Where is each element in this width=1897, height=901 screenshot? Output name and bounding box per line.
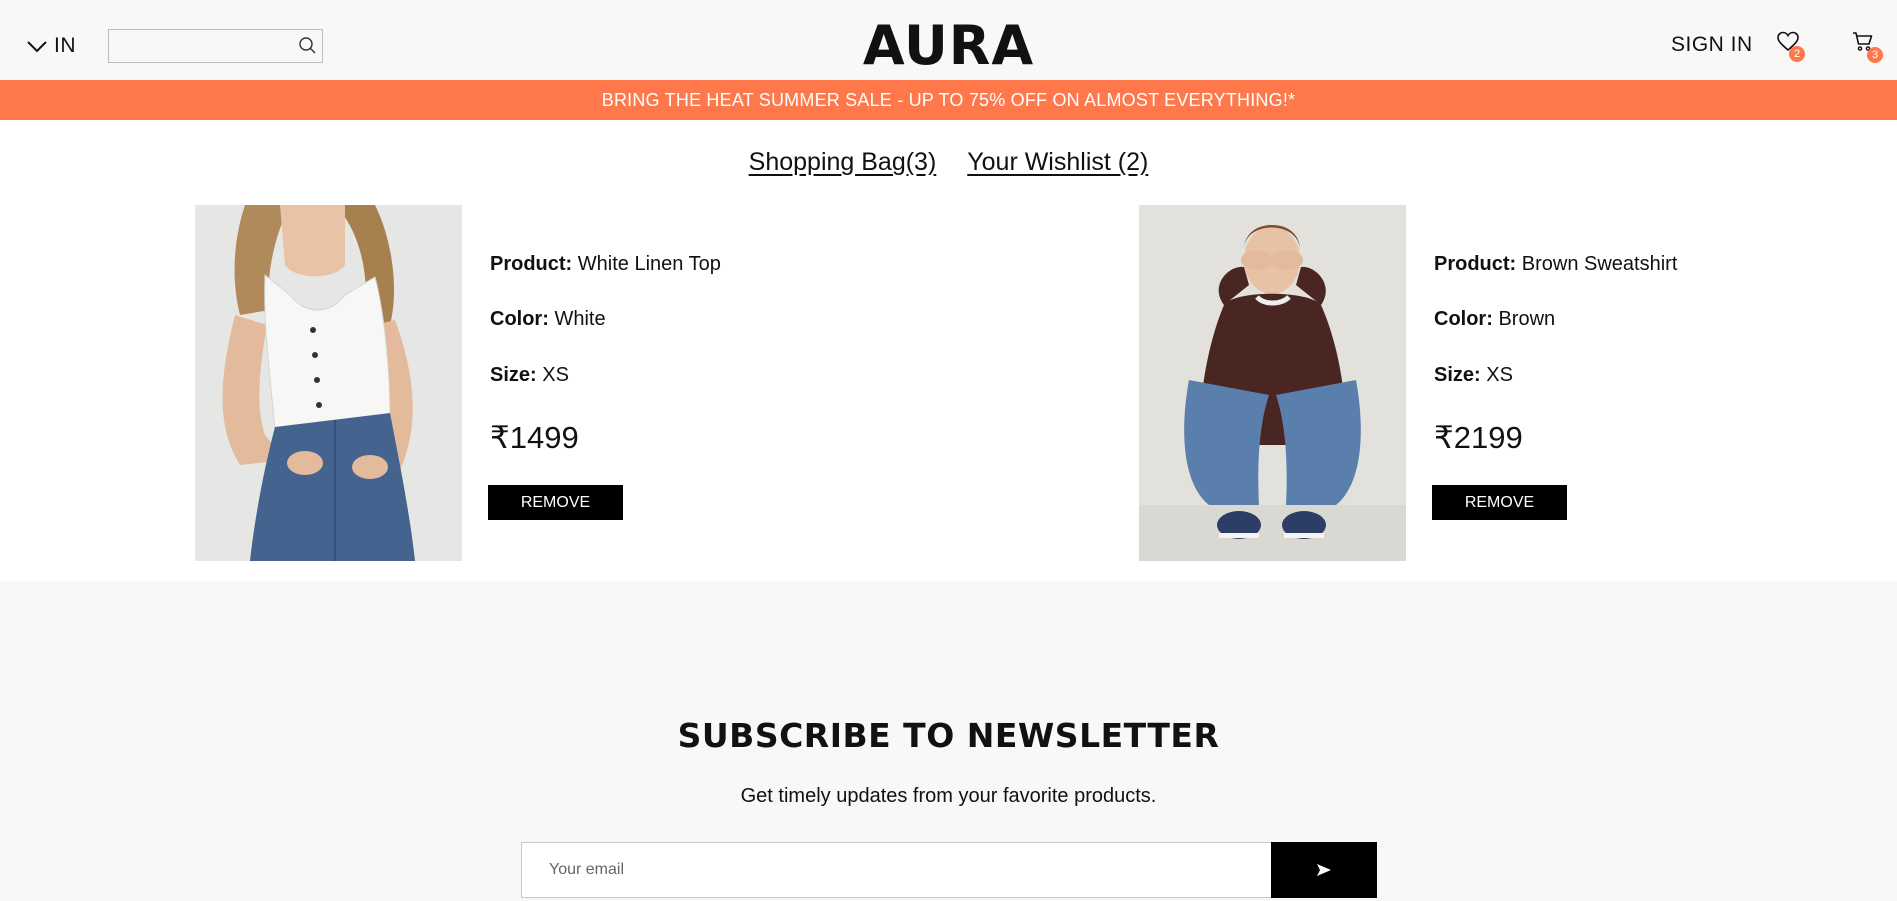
product-size: XS [542, 364, 569, 386]
sale-banner[interactable]: BRING THE HEAT SUMMER SALE - UP TO 75% O… [0, 80, 1897, 120]
product-size: XS [1486, 364, 1513, 386]
size-label: Size: [490, 364, 537, 386]
cart-count-badge: 3 [1867, 47, 1883, 63]
product-image-white-linen-top[interactable] [195, 205, 462, 561]
product-name: Brown Sweatshirt [1521, 253, 1678, 275]
subscribe-button[interactable] [1271, 842, 1377, 898]
bag-item: Product: Brown Sweatshirt Color: Brown S… [1139, 205, 1799, 561]
tab-shopping-bag[interactable]: Shopping Bag(3) [749, 148, 937, 176]
product-price: ₹1499 [490, 420, 579, 455]
main-content: Shopping Bag(3) Your Wishlist (2) Produc… [0, 120, 1897, 581]
email-input[interactable] [521, 842, 1272, 898]
product-color: Brown [1498, 308, 1556, 330]
wishlist-count-badge: 2 [1789, 46, 1805, 62]
product-label: Product: [490, 253, 573, 275]
product-price: ₹2199 [1434, 420, 1523, 455]
color-label: Color: [1434, 308, 1493, 330]
newsletter-subtitle: Get timely updates from your favorite pr… [740, 785, 1157, 807]
search-icon[interactable] [297, 36, 317, 56]
remove-button[interactable]: REMOVE [1432, 485, 1567, 520]
newsletter-title: SUBSCRIBE TO NEWSLETTER [677, 716, 1220, 755]
cart-button[interactable]: 3 [1852, 30, 1883, 63]
region-label: IN [54, 34, 76, 57]
send-arrow-icon [1317, 864, 1331, 876]
chevron-down-icon [27, 41, 47, 53]
region-selector[interactable]: IN [26, 34, 76, 58]
tab-wishlist[interactable]: Your Wishlist (2) [967, 148, 1148, 176]
bag-wishlist-tabs: Shopping Bag(3) Your Wishlist (2) [0, 148, 1897, 177]
size-row: Size: XS [1434, 364, 1513, 387]
search-box [108, 29, 323, 63]
wishlist-button[interactable]: 2 [1776, 30, 1806, 62]
newsletter-form [521, 842, 1377, 898]
search-input[interactable] [109, 30, 289, 62]
color-label: Color: [490, 308, 549, 330]
product-color: White [554, 308, 606, 330]
bag-item: Product: White Linen Top Color: White Si… [195, 205, 855, 561]
size-label: Size: [1434, 364, 1481, 386]
product-label: Product: [1434, 253, 1517, 275]
sign-in-link[interactable]: SIGN IN [1671, 33, 1753, 57]
site-logo[interactable]: AURA [863, 14, 1034, 77]
product-name: White Linen Top [577, 253, 721, 275]
size-row: Size: XS [490, 364, 569, 387]
product-name-row: Product: White Linen Top [490, 253, 721, 276]
remove-button[interactable]: REMOVE [488, 485, 623, 520]
color-row: Color: White [490, 308, 606, 331]
product-name-row: Product: Brown Sweatshirt [1434, 253, 1677, 276]
site-header: IN AURA SIGN IN 2 3 [0, 0, 1897, 80]
color-row: Color: Brown [1434, 308, 1555, 331]
product-image-brown-sweatshirt[interactable] [1139, 205, 1406, 561]
